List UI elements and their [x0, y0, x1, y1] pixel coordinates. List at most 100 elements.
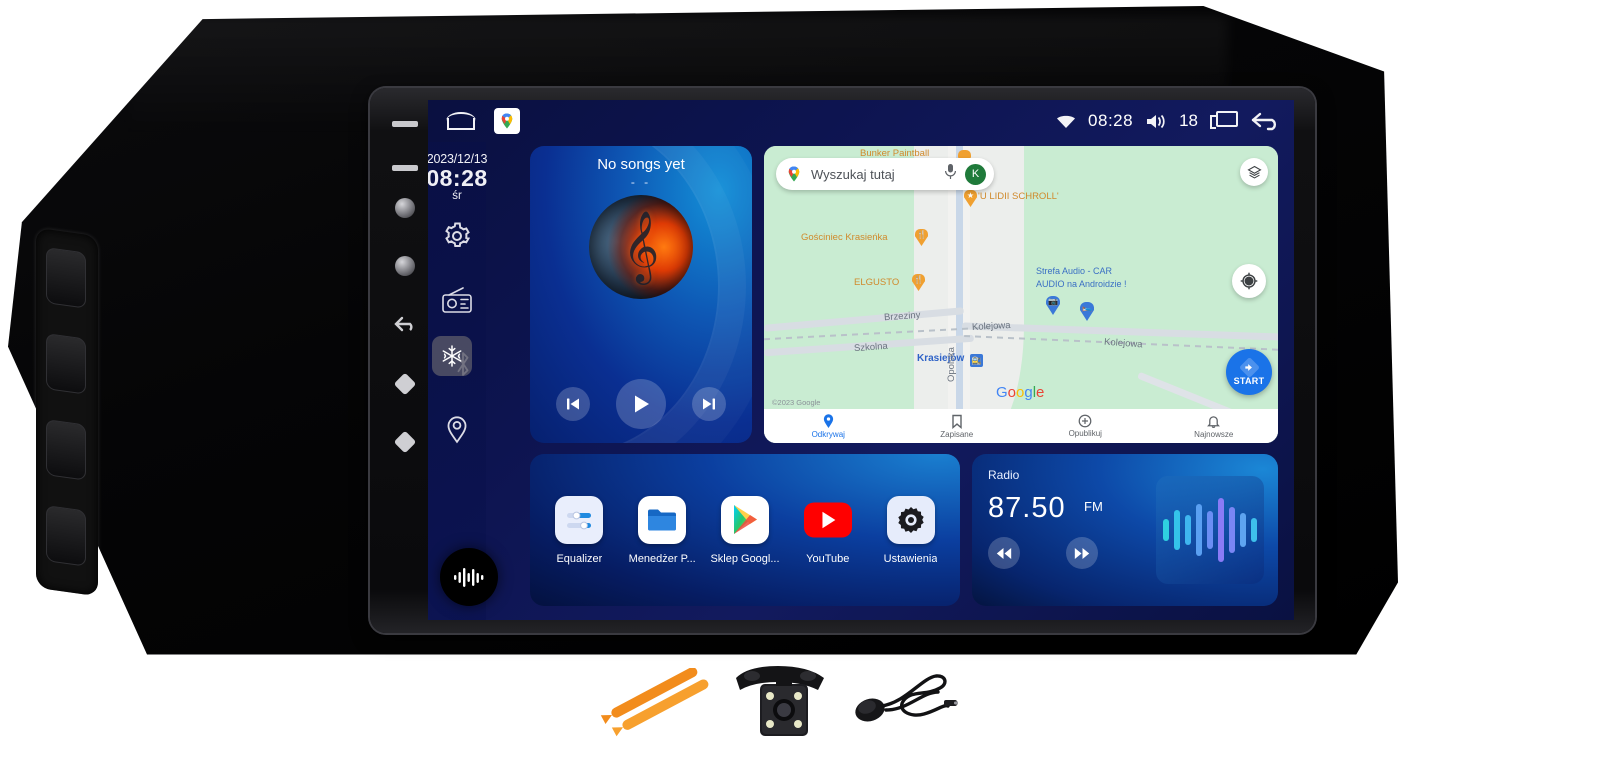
- app-label: Equalizer: [556, 552, 603, 565]
- play-button[interactable]: [616, 379, 666, 429]
- my-location-icon[interactable]: [1232, 264, 1266, 298]
- music-waveform-icon[interactable]: [440, 548, 498, 606]
- google-watermark: Google: [996, 384, 1045, 401]
- bluetooth-icon[interactable]: [432, 336, 473, 380]
- map-search-placeholder[interactable]: Wyszukaj tutaj: [811, 167, 936, 182]
- map-nav-label: Opublikuj: [1068, 429, 1102, 438]
- home-icon[interactable]: [446, 112, 476, 130]
- status-time: 08:28: [1088, 111, 1134, 130]
- map-start-navigation-button[interactable]: START: [1226, 349, 1272, 395]
- map-nav-najnowsze[interactable]: Najnowsze: [1150, 414, 1279, 439]
- settings-icon[interactable]: [441, 220, 473, 252]
- map-town-krasiejow: Krasiejów: [917, 353, 965, 364]
- map-street-szkolna: Szkolna: [853, 340, 889, 355]
- google-maps-icon[interactable]: [494, 108, 520, 134]
- map-nav-zapisane[interactable]: Zapisane: [893, 414, 1022, 439]
- explore-pin-icon: [823, 413, 833, 428]
- map-search-bar[interactable]: Wyszukaj tutaj K: [776, 158, 994, 190]
- music-note-glyph: 𝄞: [622, 212, 660, 281]
- map-layers-icon[interactable]: [1240, 158, 1268, 186]
- map-street-kolejowa-1: Kolejowa: [971, 319, 1011, 334]
- head-unit-screen: 08:28 18 2023/12/13 08:28 śr No songs ye…: [428, 100, 1294, 620]
- microphone: [855, 674, 958, 722]
- volume-up-key[interactable]: [388, 113, 422, 135]
- player-track-title: No songs yet: [597, 156, 685, 173]
- home-key[interactable]: [388, 255, 422, 277]
- map-label-elgusto: ELGUSTO: [854, 277, 900, 288]
- radio-seek-back-button[interactable]: [988, 537, 1020, 569]
- previous-track-button[interactable]: [556, 387, 590, 421]
- previous-key[interactable]: [388, 372, 422, 396]
- map-nav-label: Odkrywaj: [811, 429, 845, 439]
- volume-level: 18: [1179, 111, 1198, 130]
- map-nav-odkrywaj[interactable]: Odkrywaj: [764, 413, 893, 439]
- app-equalizer[interactable]: Equalizer: [540, 495, 618, 565]
- screenshot-root: 08:28 18 2023/12/13 08:28 śr No songs ye…: [0, 0, 1600, 781]
- map-nav-opublikuj[interactable]: Opublikuj: [1021, 414, 1150, 438]
- contribute-icon: [1078, 414, 1092, 428]
- radio-seek-forward-button[interactable]: [1066, 537, 1098, 569]
- file-manager-icon: [638, 495, 687, 544]
- navigation-arrow-icon: [1239, 358, 1259, 377]
- location-icon[interactable]: [441, 412, 473, 444]
- pry-tools: [600, 668, 709, 737]
- back-arrow-icon[interactable]: [1250, 110, 1280, 132]
- app-file-manager[interactable]: Menedżer P...: [623, 495, 701, 565]
- radio-frequency: 87.50: [988, 492, 1066, 524]
- app-label: Ustawienia: [883, 552, 938, 565]
- left-rail: 2023/12/13 08:28 śr: [428, 142, 498, 620]
- wifi-icon: [1056, 114, 1076, 129]
- media-player-widget[interactable]: No songs yet - - 𝄞: [530, 146, 752, 443]
- map-start-label: START: [1233, 376, 1265, 386]
- youtube-icon: [803, 496, 852, 544]
- audio-waveform-icon: [1156, 476, 1264, 584]
- app-youtube[interactable]: YouTube: [789, 496, 867, 565]
- map-account-avatar[interactable]: K: [965, 163, 986, 185]
- map-nav-label: Najnowsze: [1194, 429, 1234, 439]
- recent-apps-icon[interactable]: [1210, 111, 1238, 131]
- back-key[interactable]: [388, 313, 422, 335]
- maps-pin-icon: [788, 166, 800, 182]
- clock-widget[interactable]: 2023/12/13 08:28 śr: [428, 152, 488, 202]
- bezel-hardware-keys: [382, 105, 428, 495]
- map-bottom-nav: Odkrywaj Zapisane Opublikuj Najnowsze: [764, 409, 1278, 443]
- volume-icon[interactable]: [1145, 113, 1167, 130]
- equalizer-icon: [555, 495, 604, 544]
- clock-weekday: śr: [452, 190, 462, 203]
- app-google-play[interactable]: Sklep Googl...: [706, 495, 784, 565]
- app-settings[interactable]: Ustawienia: [872, 495, 950, 565]
- google-play-icon: [720, 495, 769, 544]
- player-track-artist: - -: [630, 175, 652, 189]
- radio-band: FM: [1084, 499, 1103, 514]
- dashboard-side-panel: [36, 227, 98, 597]
- status-bar: 08:28 18: [428, 100, 1294, 142]
- google-maps-widget[interactable]: Bunker Paintball ★ 'U LIDII SCHROLL' 🍴 G…: [764, 146, 1278, 443]
- next-track-button[interactable]: [692, 387, 726, 421]
- radio-icon[interactable]: [441, 284, 473, 316]
- map-train-station-icon[interactable]: 🚉: [970, 354, 983, 367]
- map-label-gosciniec: Gościniec Krasieńka: [801, 232, 888, 243]
- power-knob-key[interactable]: [388, 197, 422, 219]
- bell-icon: [1207, 415, 1221, 428]
- map-label-lidii: 'U LIDII SCHROLL': [978, 191, 1059, 202]
- app-label: YouTube: [806, 552, 850, 565]
- map-attribution: ©2023 Google: [772, 398, 821, 407]
- snowflake-cursor-icon: [432, 336, 472, 377]
- map-river: [956, 146, 963, 443]
- settings-gear-icon: [886, 495, 935, 544]
- volume-down-key[interactable]: [388, 157, 422, 179]
- app-label: Menedżer P...: [628, 552, 696, 565]
- app-label: Sklep Googl...: [710, 552, 780, 565]
- app-shortcuts-widget: Equalizer Menedżer P... Sklep Googl... Y…: [530, 454, 960, 606]
- radio-widget[interactable]: Radio 87.50 FM: [972, 454, 1278, 606]
- bookmark-icon: [952, 414, 962, 429]
- clock-date: 2023/12/13: [428, 152, 488, 166]
- map-label-strefa-2: AUDIO na Androidzie !: [1036, 279, 1127, 289]
- microphone-icon[interactable]: [944, 163, 957, 185]
- map-street-opolska: Opolska: [946, 347, 957, 382]
- map-nav-label: Zapisane: [940, 429, 974, 439]
- album-art: 𝄞: [589, 195, 693, 299]
- clock-time: 08:28: [428, 165, 488, 191]
- map-label-strefa-1: Strefa Audio - CAR: [1036, 266, 1113, 276]
- next-key[interactable]: [388, 430, 422, 454]
